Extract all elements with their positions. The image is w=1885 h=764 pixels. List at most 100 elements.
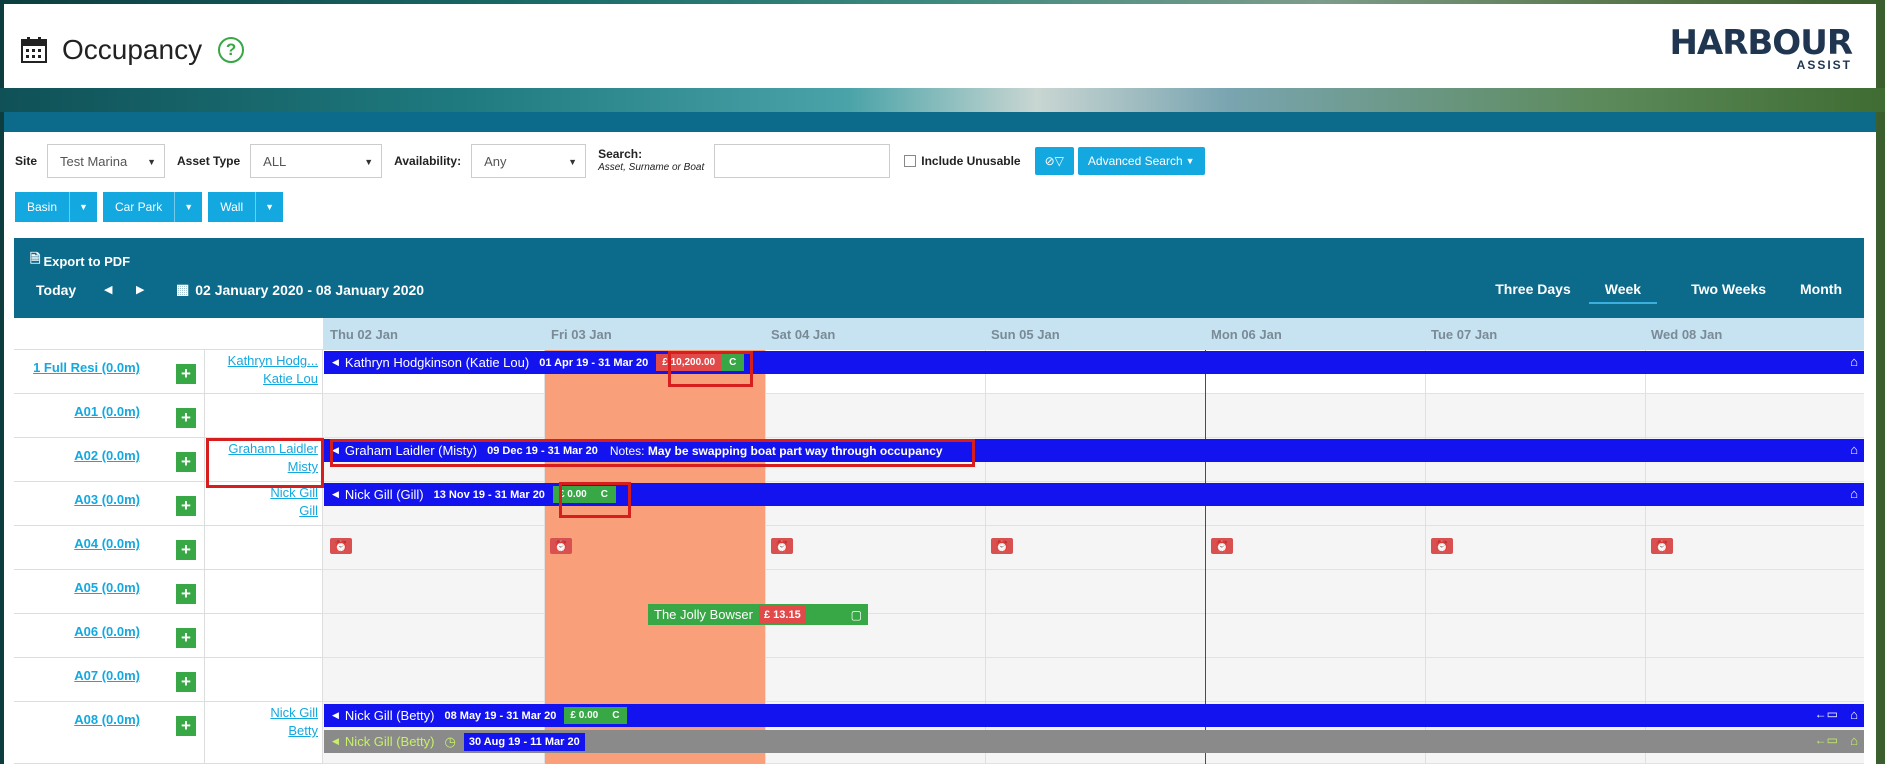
previous-arrow-icon[interactable]: ◀ (104, 283, 112, 296)
occupant-link[interactable]: Kathryn Hodg... Katie Lou (204, 352, 318, 388)
asset-row: A04 (0.0m) + (14, 526, 323, 570)
annotation-highlight (559, 482, 631, 518)
home-icon[interactable]: ⌂ (1850, 442, 1858, 457)
booking-bar[interactable]: ◀ Nick Gill (Betty) 08 May 19 - 31 Mar 2… (324, 704, 1864, 727)
day-header-row: Thu 02 Jan Fri 03 Jan Sat 04 Jan Sun 05 … (323, 318, 1864, 350)
add-booking-button[interactable]: + (176, 408, 196, 428)
asset-link[interactable]: A03 (0.0m) (74, 492, 140, 507)
add-booking-button[interactable]: + (176, 628, 196, 648)
add-booking-button[interactable]: + (176, 452, 196, 472)
booking-dates: 30 Aug 19 - 11 Mar 20 (463, 732, 585, 751)
home-icon[interactable]: ⌂ (1850, 486, 1858, 501)
advanced-search-button[interactable]: Advanced Search ▼ (1077, 147, 1205, 175)
group-label: Car Park (114, 200, 163, 214)
next-arrow-icon[interactable]: ▶ (136, 283, 144, 296)
availability-label: Availability: (394, 154, 462, 168)
day-divider (985, 350, 986, 764)
view-month[interactable]: Month (1800, 281, 1842, 304)
harbour-assist-logo: HARBOUR ASSIST (1669, 23, 1853, 72)
asset-link[interactable]: A06 (0.0m) (74, 624, 140, 639)
caret-down-icon[interactable]: ▼ (174, 192, 202, 222)
search-hint: Asset, Surname or Boat (598, 162, 705, 173)
booking-bar[interactable]: ◀ Kathryn Hodgkinson (Katie Lou) 01 Apr … (324, 351, 1864, 374)
caret-down-icon[interactable]: ▼ (69, 192, 97, 222)
booking-bar[interactable]: ◀ Nick Gill (Gill) 13 Nov 19 - 31 Mar 20… (324, 483, 1864, 506)
availability-select[interactable]: Any ▼ (471, 144, 587, 178)
occupant-boat[interactable]: Gill (299, 503, 318, 518)
alarm-icon[interactable]: ⏰ (771, 538, 793, 554)
help-icon[interactable]: ? (218, 37, 245, 63)
search-input[interactable] (714, 144, 891, 178)
booking-dates: 13 Nov 19 - 31 Mar 20 (433, 488, 545, 501)
alarm-icon[interactable]: ⏰ (330, 538, 352, 554)
site-select[interactable]: Test Marina ▼ (47, 144, 166, 178)
include-unusable-checkbox[interactable]: Include Unusable (904, 154, 1021, 168)
export-pdf-button[interactable]: 🗎 Export to PDF (30, 250, 130, 272)
main-panel: Site Test Marina ▼ Asset Type ALL ▼ Avai… (4, 132, 1876, 764)
occupant-link[interactable]: Nick Gill Gill (204, 484, 318, 520)
occupant-boat[interactable]: Katie Lou (263, 371, 318, 386)
alarm-icon[interactable]: ⏰ (550, 538, 572, 554)
asset-link[interactable]: A05 (0.0m) (74, 580, 140, 595)
alarm-icon[interactable]: ⏰ (1651, 538, 1673, 554)
exit-icon[interactable]: ←▭ (1815, 733, 1838, 747)
home-icon[interactable]: ⌂ (1850, 354, 1858, 369)
home-icon[interactable]: ⌂ (1850, 733, 1858, 748)
chevron-down-icon: ▼ (1185, 156, 1195, 166)
search-label: Search: Asset, Surname or Boat (598, 147, 704, 175)
asset-link[interactable]: A04 (0.0m) (74, 536, 140, 551)
basin-dropdown-button[interactable]: Basin ▼ (15, 192, 97, 222)
occupant-link[interactable]: Nick Gill Betty (204, 704, 318, 740)
asset-type-label: Asset Type (177, 154, 241, 168)
booking-bar-tentative[interactable]: ◀ Nick Gill (Betty) ◷ 30 Aug 19 - 11 Mar… (324, 730, 1864, 753)
asset-link[interactable]: A01 (0.0m) (74, 404, 140, 419)
date-range-picker[interactable]: ▦ 02 January 2020 - 08 January 2020 (176, 281, 424, 298)
clock-icon: ◷ (444, 733, 456, 749)
column-divider (204, 614, 205, 658)
asset-link[interactable]: A08 (0.0m) (74, 712, 140, 727)
wall-dropdown-button[interactable]: Wall ▼ (208, 192, 284, 222)
asset-row: A07 (0.0m) + (14, 658, 323, 702)
exit-icon[interactable]: ←▭ (1815, 707, 1838, 721)
add-booking-button[interactable]: + (176, 584, 196, 604)
occupant-boat[interactable]: Betty (288, 723, 318, 738)
view-two-weeks[interactable]: Two Weeks (1691, 281, 1766, 304)
add-booking-button[interactable]: + (176, 496, 196, 516)
today-button[interactable]: Today (36, 282, 76, 298)
logo-main-text: HARBOUR (1669, 23, 1853, 63)
day-divider (544, 350, 545, 764)
day-header: Sun 05 Jan (991, 327, 1060, 342)
view-switcher: Three Days Week Two Weeks Month (1461, 281, 1842, 304)
add-booking-button[interactable]: + (176, 716, 196, 736)
booking-name: Nick Gill (Gill) (344, 487, 424, 502)
group-buttons: Basin ▼ Car Park ▼ Wall ▼ (15, 192, 289, 222)
day-divider (765, 350, 766, 764)
page-title: Occupancy (62, 34, 203, 65)
alarm-icon[interactable]: ⏰ (991, 538, 1013, 554)
booking-dates: 01 Apr 19 - 31 Mar 20 (539, 356, 649, 369)
alarm-icon[interactable]: ⏰ (1431, 538, 1453, 554)
add-booking-button[interactable]: + (176, 672, 196, 692)
home-icon[interactable]: ⌂ (1850, 707, 1858, 722)
add-booking-button[interactable]: + (176, 364, 196, 384)
occupant-name[interactable]: Kathryn Hodg... (228, 353, 318, 368)
checkbox-box[interactable] (904, 155, 917, 167)
grid-corner (14, 318, 323, 350)
view-three-days[interactable]: Three Days (1495, 281, 1570, 304)
alarm-icon[interactable]: ⏰ (1211, 538, 1233, 554)
occupant-name[interactable]: Nick Gill (270, 705, 318, 720)
clear-filter-button[interactable]: ⊘▽ (1034, 147, 1074, 175)
car-park-dropdown-button[interactable]: Car Park ▼ (102, 192, 203, 222)
asset-type-select[interactable]: ALL ▼ (250, 144, 383, 178)
caret-down-icon[interactable]: ▼ (255, 192, 283, 222)
asset-link[interactable]: A02 (0.0m) (74, 448, 140, 463)
service-booking-bar[interactable]: The Jolly Bowser £ 13.15 ▢ (648, 604, 868, 625)
asset-link[interactable]: 1 Full Resi (0.0m) (33, 360, 140, 375)
day-header: Mon 06 Jan (1211, 327, 1282, 342)
asset-link[interactable]: A07 (0.0m) (74, 668, 140, 683)
scheduler-grid: Thu 02 Jan Fri 03 Jan Sat 04 Jan Sun 05 … (14, 318, 1864, 764)
price-badge: £ 0.00 (564, 707, 605, 724)
view-week[interactable]: Week (1588, 281, 1658, 304)
day-divider (1645, 350, 1646, 764)
add-booking-button[interactable]: + (176, 540, 196, 560)
